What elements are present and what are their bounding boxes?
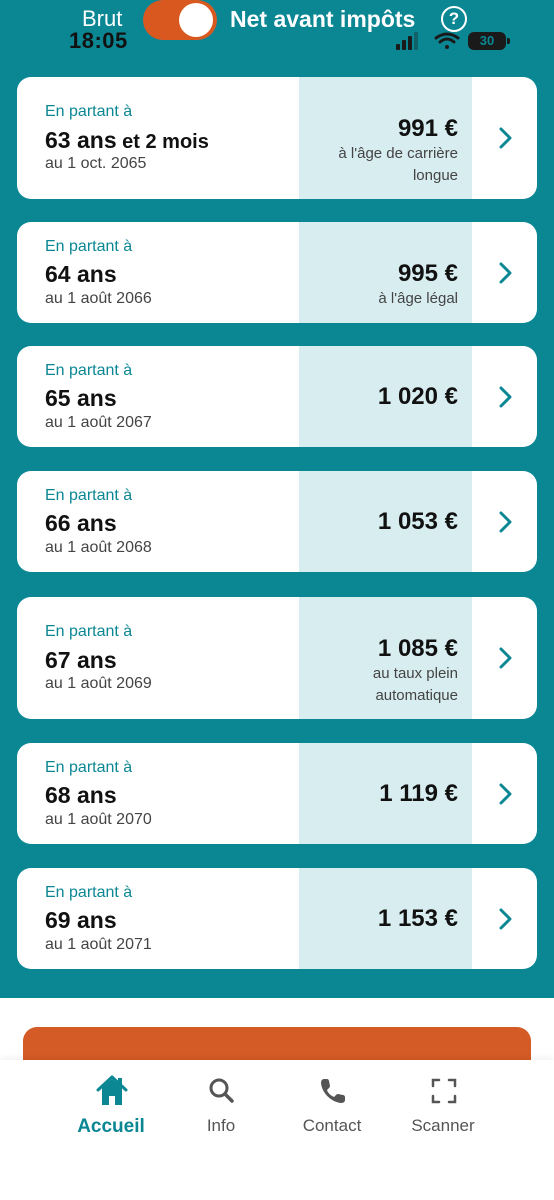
card-age-years: 66 ans bbox=[45, 510, 117, 536]
chevron-right-icon bbox=[499, 127, 512, 149]
card-prefix: En partant à bbox=[45, 103, 133, 120]
card-amount-panel: 995 € à l'âge légal bbox=[299, 222, 472, 323]
battery-icon: 30 bbox=[468, 32, 510, 50]
card-amount-panel: 1 119 € bbox=[299, 743, 472, 844]
card-note: au taux plein automatique bbox=[372, 665, 458, 704]
chevron-right-icon bbox=[499, 511, 512, 533]
signal-wifi-icons bbox=[396, 32, 460, 50]
card-age-years: 69 ans bbox=[45, 907, 117, 933]
card-prefix: En partant à bbox=[45, 238, 133, 255]
card-note: à l'âge légal bbox=[378, 290, 458, 307]
help-icon[interactable]: ? bbox=[441, 6, 467, 32]
card-amount-panel: 1 020 € bbox=[299, 346, 472, 447]
card-age-years: 64 ans bbox=[45, 261, 117, 287]
card-amount-panel: 1 053 € bbox=[299, 471, 472, 572]
card-date: au 1 août 2071 bbox=[45, 936, 152, 953]
card-date: au 1 août 2067 bbox=[45, 414, 152, 431]
card-prefix: En partant à bbox=[45, 487, 133, 504]
card-age: 69 ans bbox=[45, 907, 117, 934]
retirement-option-card[interactable]: En partant à 65 ans au 1 août 2067 1 020… bbox=[17, 346, 537, 447]
card-amount: 1 053 € bbox=[377, 508, 458, 535]
header: Brut 18:05 Net avant impôts ? 30 bbox=[0, 0, 554, 60]
net-label: Net avant impôts bbox=[230, 6, 416, 32]
chevron-right-icon bbox=[499, 647, 512, 669]
card-date: au 1 oct. 2065 bbox=[45, 155, 147, 172]
retirement-option-card[interactable]: En partant à 64 ans au 1 août 2066 995 €… bbox=[17, 222, 537, 323]
cellular-signal-icon bbox=[396, 32, 418, 50]
card-amount-panel: 991 € à l'âge de carrière longue bbox=[299, 77, 472, 199]
card-age: 67 ans bbox=[45, 647, 117, 674]
tab-label: Contact bbox=[302, 1116, 362, 1135]
card-amount-panel: 1 153 € bbox=[299, 868, 472, 969]
card-age-years: 68 ans bbox=[45, 782, 117, 808]
gross-net-toggle[interactable] bbox=[143, 0, 217, 40]
chevron-right-icon bbox=[499, 262, 512, 284]
card-amount: 1 085 € bbox=[377, 635, 458, 662]
card-prefix: En partant à bbox=[45, 623, 133, 640]
home-icon bbox=[96, 1075, 128, 1105]
wifi-icon bbox=[434, 32, 460, 49]
chevron-right-icon bbox=[499, 783, 512, 805]
retirement-option-card[interactable]: En partant à 67 ans au 1 août 2069 1 085… bbox=[17, 597, 537, 719]
phone-icon bbox=[321, 1079, 345, 1103]
card-amount-panel: 1 085 € au taux plein automatique bbox=[299, 597, 472, 719]
retirement-option-card[interactable]: En partant à 63 ans et 2 mois au 1 oct. … bbox=[17, 77, 537, 199]
tab-label: Accueil bbox=[77, 1116, 145, 1137]
toggle-knob bbox=[179, 3, 213, 37]
card-age-months: et 2 mois bbox=[116, 131, 209, 153]
card-date: au 1 août 2066 bbox=[45, 290, 152, 307]
card-prefix: En partant à bbox=[45, 884, 133, 901]
card-amount: 995 € bbox=[397, 260, 458, 287]
card-age: 65 ans bbox=[45, 385, 117, 412]
card-age: 63 ans et 2 mois bbox=[45, 127, 209, 154]
card-age-years: 63 ans bbox=[45, 127, 117, 153]
card-age: 68 ans bbox=[45, 782, 117, 809]
card-note: à l'âge de carrière longue bbox=[338, 145, 458, 184]
card-date: au 1 août 2070 bbox=[45, 811, 152, 828]
card-amount: 991 € bbox=[397, 115, 458, 142]
chevron-right-icon bbox=[499, 908, 512, 930]
card-age-years: 67 ans bbox=[45, 647, 117, 673]
chevron-right-icon bbox=[499, 386, 512, 408]
card-prefix: En partant à bbox=[45, 759, 133, 776]
retirement-option-card[interactable]: En partant à 69 ans au 1 août 2071 1 153… bbox=[17, 868, 537, 969]
bottom-tab-bar: Accueil Info Contact Scanner bbox=[0, 1060, 554, 1200]
card-age: 64 ans bbox=[45, 261, 117, 288]
card-amount: 1 119 € bbox=[379, 780, 458, 807]
tab-label: Scanner bbox=[411, 1116, 475, 1135]
card-prefix: En partant à bbox=[45, 362, 133, 379]
retirement-option-card[interactable]: En partant à 68 ans au 1 août 2070 1 119… bbox=[17, 743, 537, 844]
card-age: 66 ans bbox=[45, 510, 117, 537]
card-amount: 1 020 € bbox=[377, 383, 458, 410]
card-date: au 1 août 2069 bbox=[45, 675, 152, 692]
search-icon bbox=[209, 1078, 234, 1103]
card-amount: 1 153 € bbox=[377, 905, 458, 932]
retirement-option-card[interactable]: En partant à 66 ans au 1 août 2068 1 053… bbox=[17, 471, 537, 572]
status-time: 18:05 bbox=[69, 28, 128, 53]
card-age-years: 65 ans bbox=[45, 385, 117, 411]
tab-label: Info bbox=[206, 1116, 236, 1135]
scan-icon bbox=[431, 1078, 457, 1104]
card-date: au 1 août 2068 bbox=[45, 539, 152, 556]
